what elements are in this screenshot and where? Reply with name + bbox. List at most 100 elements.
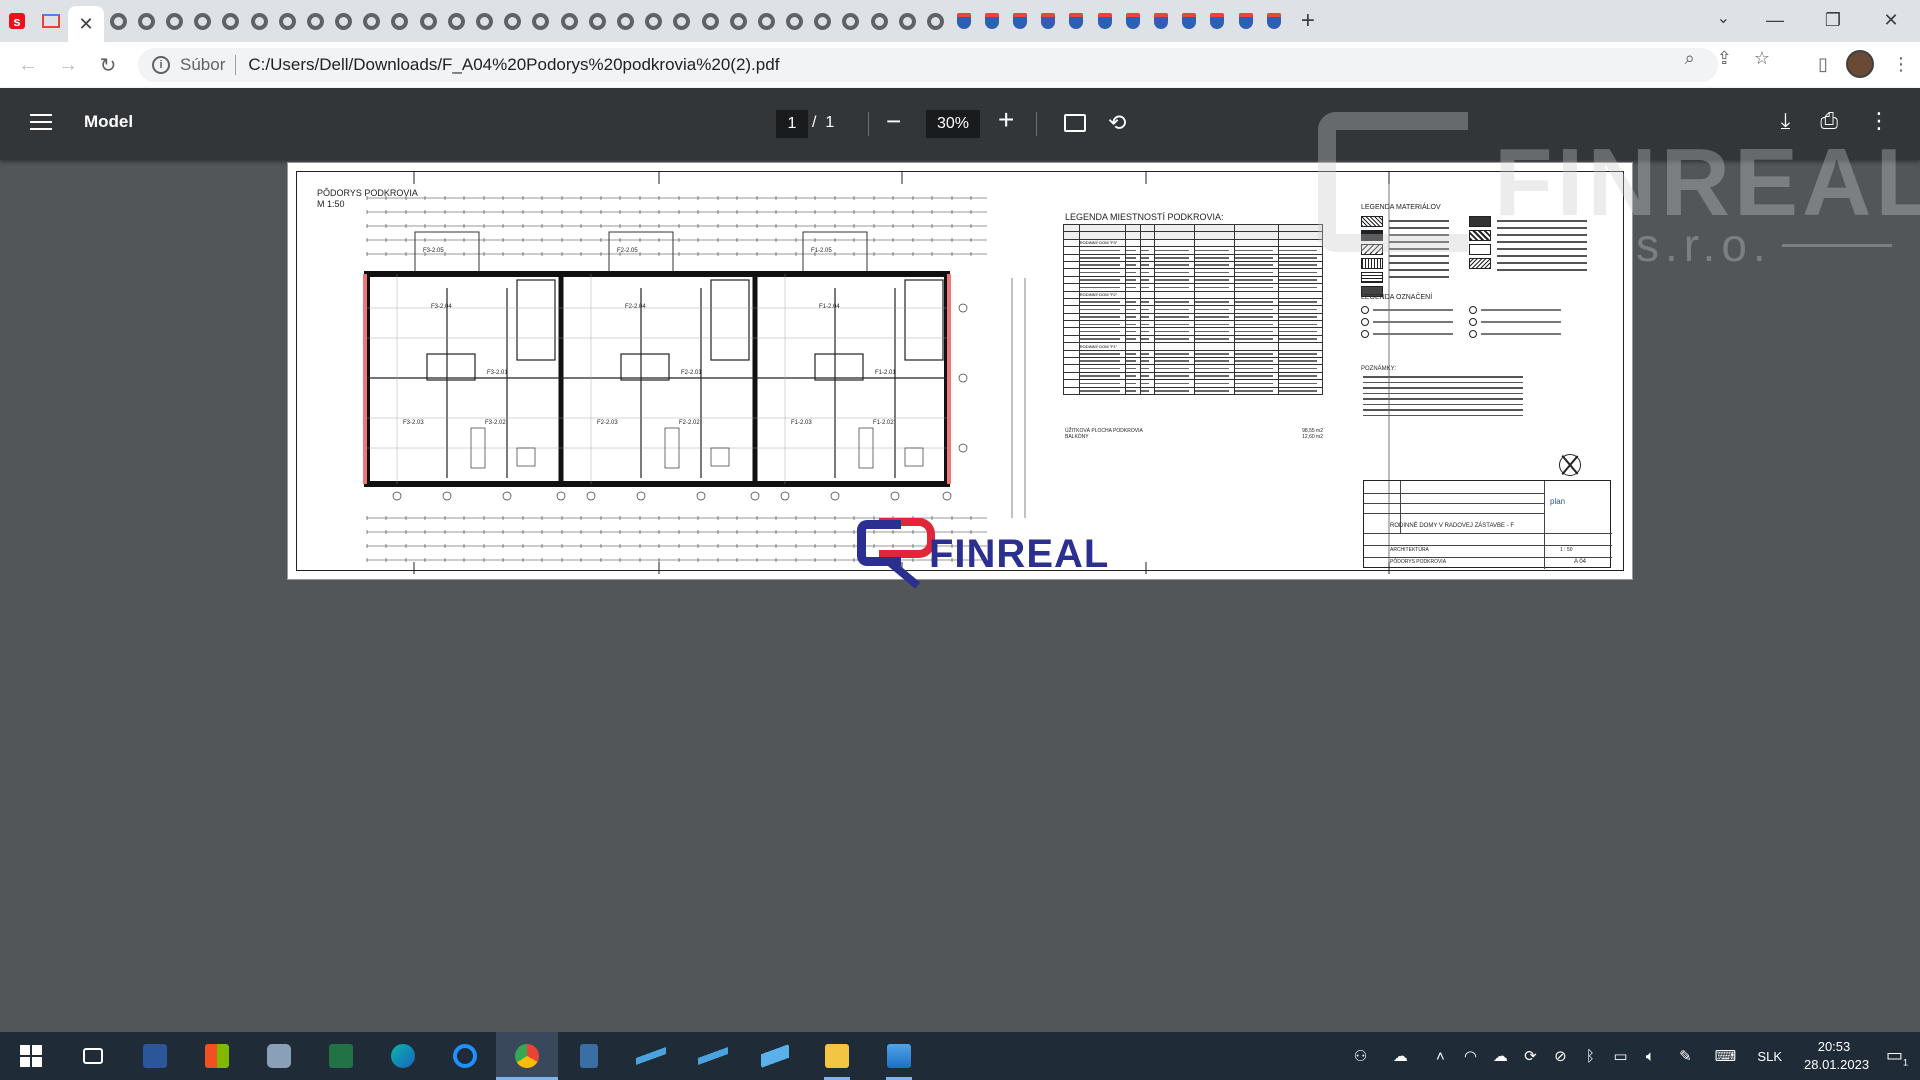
background-tab[interactable] — [865, 0, 893, 42]
minimize-button[interactable]: — — [1746, 0, 1804, 40]
background-tab[interactable] — [837, 0, 865, 42]
side-panel-icon[interactable]: ▯ — [1818, 54, 1828, 75]
network-icon[interactable]: ⊘ — [1545, 1047, 1575, 1065]
zoom-icon[interactable]: ⌕ — [1685, 48, 1695, 69]
taskbar-camera[interactable] — [248, 1032, 310, 1080]
taskbar-file-explorer[interactable] — [806, 1032, 868, 1080]
background-tab[interactable] — [1232, 0, 1260, 42]
show-hidden-icons[interactable]: ˄ — [1425, 1048, 1455, 1065]
taskbar-chrome[interactable] — [496, 1032, 558, 1080]
taskbar-excel[interactable] — [310, 1032, 372, 1080]
taskbar-store[interactable] — [186, 1032, 248, 1080]
background-tab[interactable] — [527, 0, 555, 42]
tab-gmail[interactable] — [34, 0, 68, 42]
address-bar[interactable]: i Súbor C:/Users/Dell/Downloads/F_A04%20… — [138, 48, 1718, 82]
sync-icon[interactable]: ⟳ — [1515, 1047, 1545, 1065]
background-tab[interactable] — [1006, 0, 1034, 42]
new-tab-button[interactable]: + — [1288, 7, 1328, 35]
profile-avatar[interactable] — [1846, 50, 1874, 78]
background-tab[interactable] — [668, 0, 696, 42]
task-view-button[interactable] — [62, 1032, 124, 1080]
background-tab[interactable] — [921, 0, 949, 42]
reload-icon[interactable]: ↻ — [88, 53, 128, 78]
background-tab[interactable] — [189, 0, 217, 42]
taskbar-ie[interactable] — [434, 1032, 496, 1080]
background-tab[interactable] — [611, 0, 639, 42]
clock[interactable]: 20:53 28.01.2023 — [1794, 1038, 1874, 1074]
chrome-menu-icon[interactable]: ⋮ — [1892, 54, 1910, 75]
background-tab[interactable] — [104, 0, 132, 42]
forward-icon[interactable]: → — [48, 54, 88, 77]
background-tab[interactable] — [414, 0, 442, 42]
taskbar-app-a[interactable] — [620, 1032, 682, 1080]
taskbar-calculator[interactable] — [558, 1032, 620, 1080]
background-tab[interactable] — [781, 0, 809, 42]
notification-center-icon[interactable]: ▭1 — [1874, 1045, 1920, 1068]
background-tab[interactable] — [978, 0, 1006, 42]
download-icon[interactable]: ⤓ — [1781, 108, 1791, 134]
back-icon[interactable]: ← — [8, 54, 48, 77]
zoom-level-input[interactable]: 30% — [926, 110, 980, 138]
background-tab[interactable] — [132, 0, 160, 42]
pen-icon[interactable]: ✎ — [1665, 1047, 1705, 1065]
taskbar-edge[interactable] — [372, 1032, 434, 1080]
background-tab[interactable] — [217, 0, 245, 42]
background-tab[interactable] — [358, 0, 386, 42]
background-tab[interactable] — [1119, 0, 1147, 42]
pdf-menu-icon[interactable] — [30, 114, 52, 132]
background-tab[interactable] — [696, 0, 724, 42]
wifi-icon[interactable]: ◠ — [1455, 1047, 1485, 1065]
background-tab[interactable] — [160, 0, 188, 42]
background-tab[interactable] — [330, 0, 358, 42]
tab-sme[interactable]: s — [0, 0, 34, 42]
background-tab[interactable] — [1091, 0, 1119, 42]
site-info-icon[interactable]: i — [152, 56, 170, 74]
people-icon[interactable]: ⚇ — [1345, 1047, 1375, 1065]
background-tab[interactable] — [301, 0, 329, 42]
keyboard-icon[interactable]: ⌨ — [1705, 1047, 1745, 1065]
taskbar-app-c[interactable] — [744, 1032, 806, 1080]
background-tab[interactable] — [724, 0, 752, 42]
pdf-more-icon[interactable]: ⋮ — [1868, 108, 1890, 134]
background-tab[interactable] — [386, 0, 414, 42]
address-url[interactable]: C:/Users/Dell/Downloads/F_A04%20Podorys%… — [248, 55, 779, 75]
background-tab[interactable] — [470, 0, 498, 42]
rotate-icon[interactable]: ⟲ — [1108, 110, 1126, 136]
bluetooth-icon[interactable]: ᛒ — [1575, 1048, 1605, 1065]
taskbar-word[interactable] — [124, 1032, 186, 1080]
language-indicator[interactable]: SLK — [1745, 1049, 1794, 1064]
tab-search-icon[interactable]: ⌄ — [1717, 8, 1730, 28]
start-button[interactable] — [0, 1032, 62, 1080]
close-window-button[interactable]: ✕ — [1862, 0, 1920, 40]
background-tab[interactable] — [1203, 0, 1231, 42]
print-icon[interactable]: ⎙ — [1820, 108, 1838, 134]
zoom-in-button[interactable]: + — [998, 104, 1014, 136]
background-tab[interactable] — [555, 0, 583, 42]
background-tab[interactable] — [583, 0, 611, 42]
cloud-icon[interactable]: ☁ — [1485, 1047, 1515, 1065]
volume-icon[interactable]: 🔈︎ — [1635, 1048, 1665, 1065]
taskbar-photos[interactable] — [868, 1032, 930, 1080]
background-tab[interactable] — [245, 0, 273, 42]
background-tab[interactable] — [442, 0, 470, 42]
taskbar-app-b[interactable] — [682, 1032, 744, 1080]
page-number-input[interactable]: 1 — [776, 110, 808, 138]
background-tab[interactable] — [950, 0, 978, 42]
background-tab[interactable] — [1034, 0, 1062, 42]
bookmark-star-icon[interactable]: ☆ — [1754, 48, 1770, 69]
background-tab[interactable] — [1062, 0, 1090, 42]
background-tab[interactable] — [273, 0, 301, 42]
background-tab[interactable] — [499, 0, 527, 42]
background-tab[interactable] — [809, 0, 837, 42]
fit-to-page-icon[interactable] — [1064, 114, 1086, 132]
tab-current-close[interactable]: ✕ — [68, 6, 104, 42]
battery-icon[interactable]: ▭ — [1605, 1047, 1635, 1065]
zoom-out-button[interactable]: − — [886, 106, 901, 137]
background-tab[interactable] — [1175, 0, 1203, 42]
share-icon[interactable]: ⇪ — [1717, 48, 1732, 69]
background-tab[interactable] — [893, 0, 921, 42]
onedrive-icon[interactable]: ☁ — [1375, 1047, 1425, 1065]
background-tab[interactable] — [752, 0, 780, 42]
restore-button[interactable]: ❐ — [1804, 0, 1862, 40]
background-tab[interactable] — [640, 0, 668, 42]
